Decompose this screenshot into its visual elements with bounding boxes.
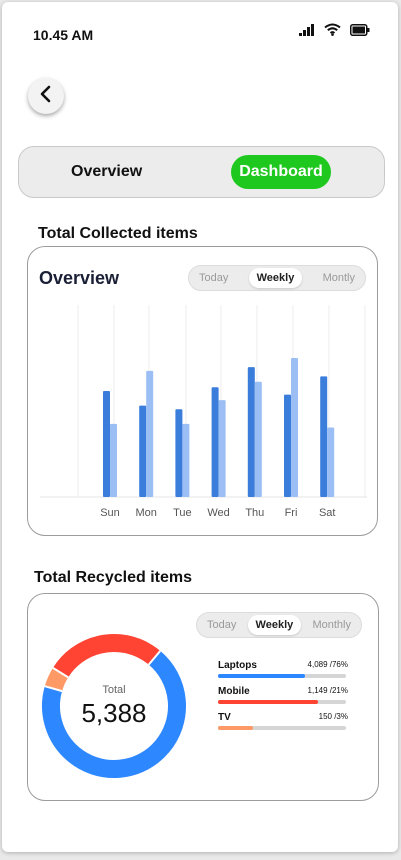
bar-mon-series-1 (139, 405, 147, 497)
legend-row-mobile: Mobile 1,149 /21% (218, 686, 348, 712)
signal-icon (299, 23, 315, 41)
legend-value: 4,089 /76% (307, 660, 348, 669)
legend-track (218, 726, 346, 730)
collected-section-title: Total Collected items (38, 225, 198, 242)
legend-row-tv: TV 150 /3% (218, 712, 348, 738)
tab-today[interactable]: Today (199, 615, 244, 635)
recycled-donut-chart: Total 5,388 (40, 632, 188, 780)
battery-icon (350, 23, 370, 41)
view-switcher: Overview Dashboard (18, 146, 385, 198)
donut-total-label: Total (102, 683, 126, 696)
donut-center: Total 5,388 (40, 632, 188, 780)
recycled-period-tabs: Today Weekly Monthly (196, 612, 362, 638)
tab-monthly[interactable]: Monthly (304, 615, 359, 635)
collected-chart-card: Overview Today Weekly Montly Sun Mon Tue We… (27, 246, 378, 536)
status-icons (299, 23, 370, 41)
x-tick-label: Fri (285, 507, 298, 519)
bar-sat-series-2 (327, 427, 335, 497)
legend-row-laptops: Laptops 4,089 /76% (218, 660, 348, 686)
x-tick-label: Thu (245, 507, 264, 519)
x-tick-label: Sat (319, 507, 336, 519)
legend-name: TV (218, 712, 231, 723)
legend-fill (218, 674, 306, 678)
legend-value: 1,149 /21% (307, 686, 348, 695)
bar-sat-series-1 (320, 376, 328, 497)
phone-screen: 10.45 AM Overview Dashboard Total Collec… (2, 2, 398, 852)
wifi-icon (324, 23, 341, 41)
recycled-section-title: Total Recycled items (34, 569, 192, 586)
bar-fri-series-2 (291, 358, 298, 497)
recycled-card: Today Weekly Monthly Total 5,388 Laptops… (27, 593, 379, 801)
status-time: 10.45 AM (33, 27, 94, 43)
legend-fill (218, 726, 253, 730)
dashboard-tab[interactable]: Dashboard (231, 155, 331, 189)
legend-track (218, 674, 346, 678)
bar-thu-series-2 (254, 381, 262, 497)
bar-wed-series-1 (211, 387, 219, 497)
recycled-legend: Laptops 4,089 /76% Mobile 1,149 /21% TV … (218, 660, 348, 738)
back-button[interactable] (28, 78, 64, 114)
bar-wed-series-2 (218, 400, 226, 497)
bar-sun-series-2 (110, 423, 117, 497)
chevron-left-icon (39, 85, 53, 108)
legend-name: Mobile (218, 686, 250, 697)
x-tick-label: Tue (173, 507, 192, 519)
bar-mon-series-2 (146, 370, 154, 497)
bar-sun-series-1 (103, 390, 110, 497)
legend-fill (218, 700, 318, 704)
overview-tab[interactable]: Overview (71, 163, 142, 181)
bar-tue-series-2 (182, 423, 190, 497)
bar-tue-series-1 (175, 409, 183, 497)
x-tick-label: Sun (100, 507, 120, 519)
legend-track (218, 700, 346, 704)
legend-value: 150 /3% (318, 712, 348, 721)
legend-name: Laptops (218, 660, 257, 671)
bar-thu-series-1 (247, 367, 255, 497)
x-tick-label: Wed (207, 507, 229, 519)
x-tick-label: Mon (135, 507, 156, 519)
bar-fri-series-1 (284, 394, 291, 497)
tab-weekly[interactable]: Weekly (247, 615, 302, 635)
donut-total-value: 5,388 (81, 697, 147, 728)
collected-bar-chart: Sun Mon Tue Wed Thu Fri Sat (40, 305, 367, 519)
